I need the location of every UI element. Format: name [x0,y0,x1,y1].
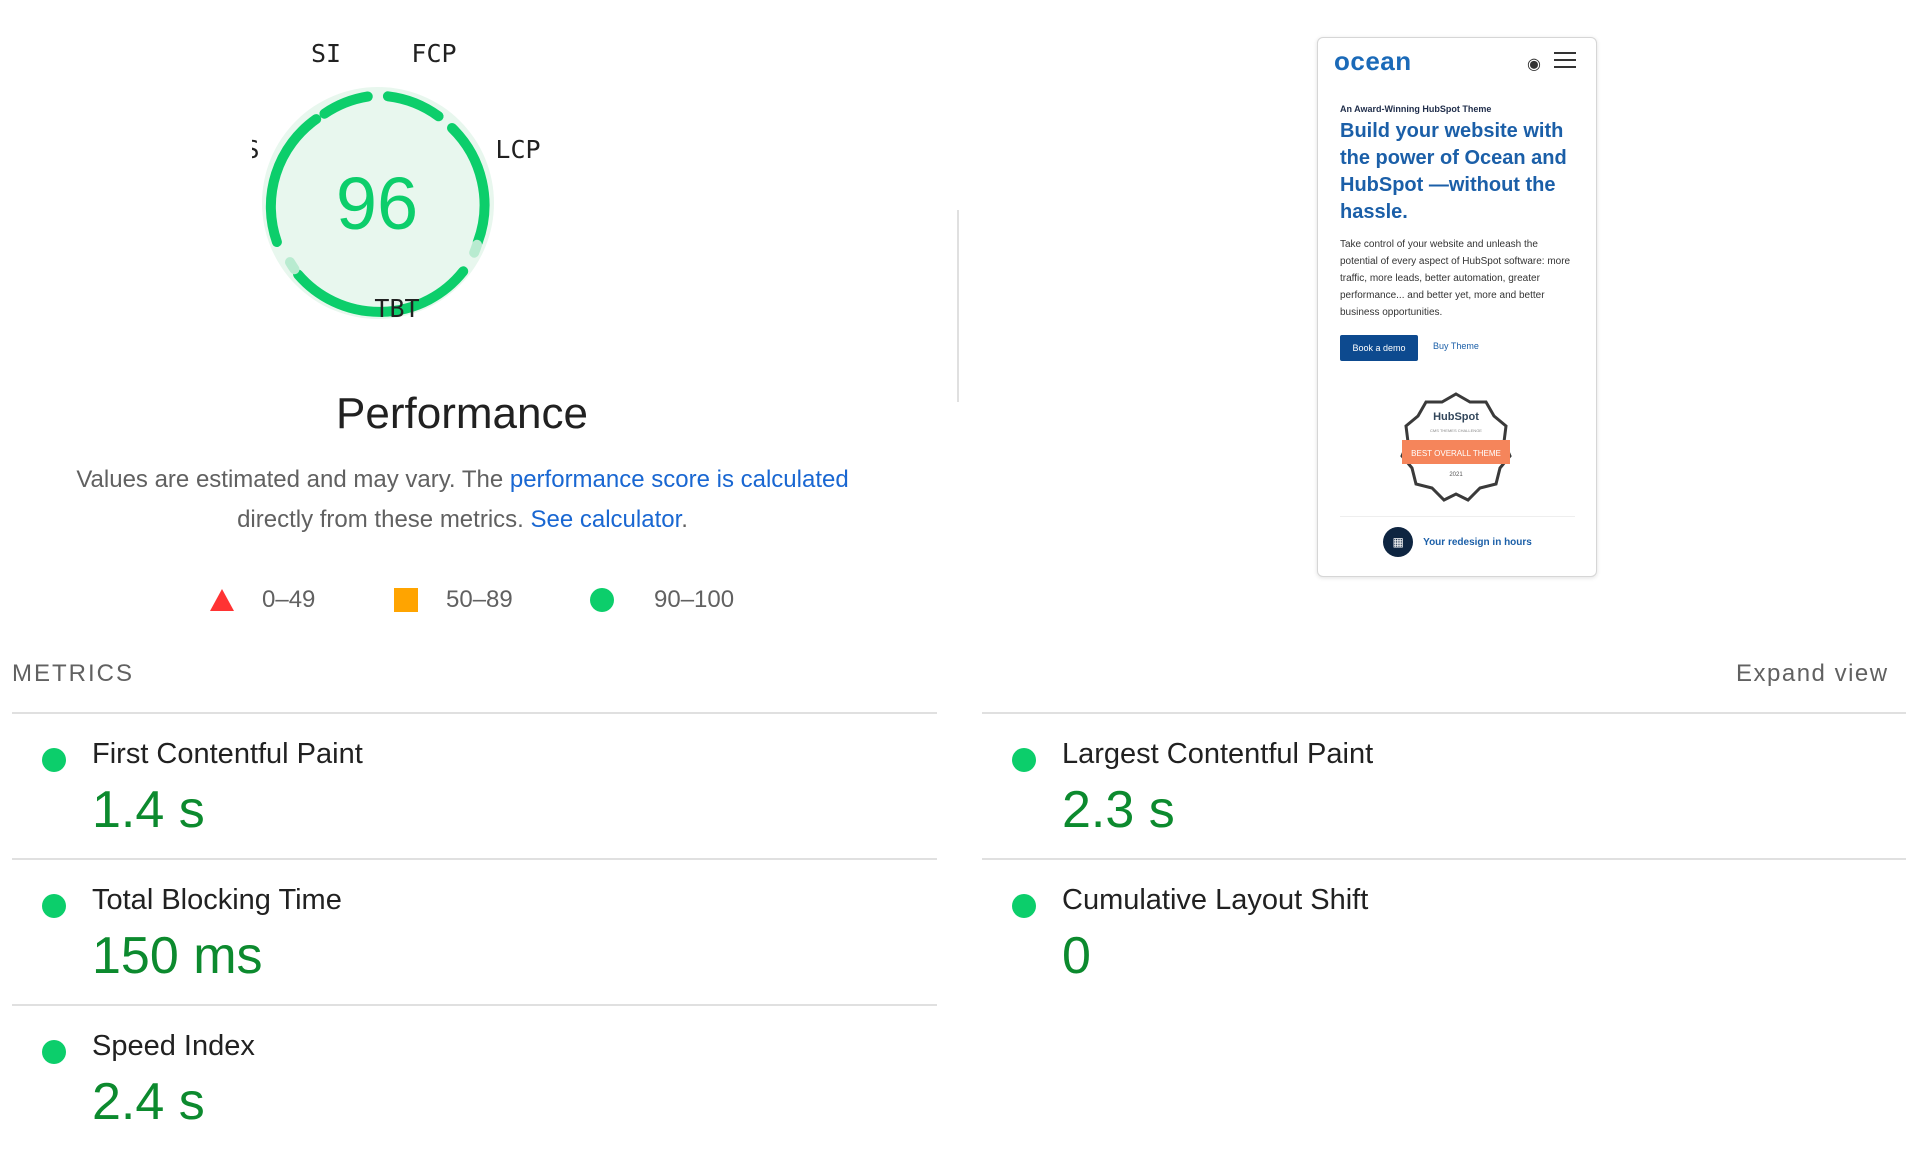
metric-value: 0 [1062,927,1091,985]
circle-icon [590,588,614,612]
metrics-header: METRICS [12,660,134,687]
see-calculator-link[interactable]: See calculator [530,506,681,533]
description-text: Values are estimated and may vary. The [76,466,510,493]
preview-headline: Build your website with the power of Oce… [1340,120,1567,223]
description-period: . [681,506,688,533]
metric-total-blocking-time: Total Blocking Time 150 ms [12,858,937,1006]
metric-cumulative-layout-shift: Cumulative Layout Shift 0 [982,858,1906,1006]
svg-text:CMS THEMES CHALLENGE: CMS THEMES CHALLENGE [1430,428,1482,433]
svg-text:2021: 2021 [1449,472,1463,478]
metric-value: 150 ms [92,927,263,985]
metric-label: Total Blocking Time [92,884,342,916]
legend-average: 50–89 [394,584,513,616]
legend-label-pass: 90–100 [654,586,735,613]
pass-circle-icon [1012,894,1036,918]
performance-title: Performance [336,389,588,438]
gauge-remainder-lcp [469,239,482,258]
gauge-label-fcp: FCP [411,40,456,68]
legend-label-average: 50–89 [446,586,513,613]
calendar-icon: ▦ [1383,527,1414,557]
description-text-2: directly from these metrics. [237,506,531,533]
legend-pass: 90–100 [590,584,734,616]
svg-text:HubSpot: HubSpot [1433,411,1479,423]
redesign-cta-text: Your redesign in hours [1423,536,1532,548]
metric-value: 2.4 s [92,1073,205,1131]
square-icon [394,588,418,612]
metric-value: 2.3 s [1062,781,1175,839]
redesign-cta: ▦ Your redesign in hours [1340,516,1575,567]
pass-circle-icon [42,748,66,772]
pass-circle-icon [1012,748,1036,772]
preview-body-text: Take control of your website and unleash… [1340,239,1571,318]
pass-circle-icon [42,894,66,918]
metric-largest-contentful-paint: Largest Contentful Paint 2.3 s [982,712,1906,860]
gauge-label-lcp: LCP [495,135,540,164]
hamburger-icon [1554,52,1576,68]
metric-label: Speed Index [92,1030,255,1062]
book-demo-button: Book a demo [1340,335,1418,361]
performance-score: 96 [336,162,418,245]
ocean-logo: ocean [1334,46,1412,76]
metric-label: Cumulative Layout Shift [1062,884,1369,916]
pass-circle-icon [42,1040,66,1064]
metric-speed-index: Speed Index 2.4 s [12,1004,937,1152]
triangle-icon [210,589,234,611]
metric-value: 1.4 s [92,781,205,839]
gauge-label-tbt: TBT [374,294,419,323]
buy-theme-link: Buy Theme [1433,341,1479,351]
final-screenshot-preview[interactable]: ocean ◉ An Award-Winning HubSpot Theme B… [1317,37,1597,577]
svg-text:BEST OVERALL THEME: BEST OVERALL THEME [1411,449,1501,458]
preview-kicker: An Award-Winning HubSpot Theme [1340,104,1492,114]
gauge-label-si: SI [311,40,341,68]
score-calculated-link[interactable]: performance score is calculated [510,466,849,493]
vertical-divider [957,210,959,402]
gauge-label-cls: CLS [252,135,260,164]
gauge-remainder-cls [285,257,300,275]
hubspot-award-badge: HubSpot CMS THEMES CHALLENGE BEST OVERAL… [1400,392,1512,502]
performance-description: Values are estimated and may vary. The p… [40,460,885,540]
legend-fail: 0–49 [210,584,315,616]
metric-label: Largest Contentful Paint [1062,738,1374,770]
performance-gauge: SI FCP LCP CLS TBT 96 [252,40,541,323]
metric-label: First Contentful Paint [92,738,363,770]
legend-label-fail: 0–49 [262,586,316,613]
metric-first-contentful-paint: First Contentful Paint 1.4 s [12,712,937,860]
globe-icon: ◉ [1527,56,1541,73]
expand-view-toggle[interactable]: Expand view [1736,660,1889,688]
